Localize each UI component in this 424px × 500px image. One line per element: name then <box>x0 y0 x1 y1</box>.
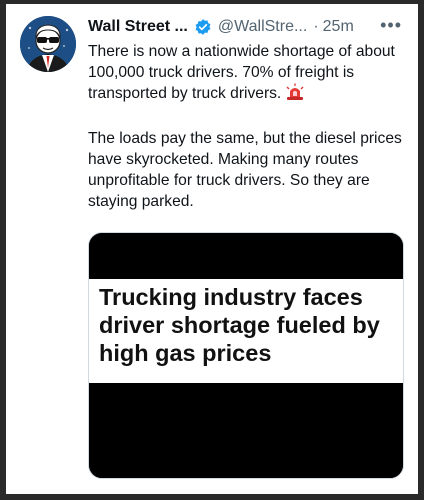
card-image-bottom <box>89 383 403 478</box>
avatar-image <box>20 16 76 72</box>
more-options-icon[interactable]: ••• <box>380 15 402 36</box>
verified-badge-icon <box>194 18 212 36</box>
author-handle[interactable]: @WallStre... <box>218 18 307 36</box>
card-image-top <box>89 233 403 279</box>
link-card[interactable]: Trucking industry faces driver shortage … <box>88 232 404 479</box>
tweet-paragraph-text: There is now a nationwide shortage of ab… <box>88 43 395 102</box>
tweet-container[interactable]: Wall Street ... @WallStre... · 25m ••• T… <box>6 4 418 494</box>
tweet-paragraph: There is now a nationwide shortage of ab… <box>88 41 404 107</box>
tweet-body: There is now a nationwide shortage of ab… <box>88 41 404 212</box>
author-name[interactable]: Wall Street ... <box>88 18 188 36</box>
tweet-paragraph: The loads pay the same, but the diesel p… <box>88 130 402 210</box>
separator-dot: · <box>313 18 319 35</box>
avatar[interactable] <box>20 16 76 72</box>
card-headline: Trucking industry faces driver shortage … <box>99 284 380 366</box>
tweet-header: Wall Street ... @WallStre... · 25m ••• <box>88 15 408 39</box>
timestamp[interactable]: 25m <box>323 18 354 36</box>
police-siren-icon <box>285 83 305 107</box>
